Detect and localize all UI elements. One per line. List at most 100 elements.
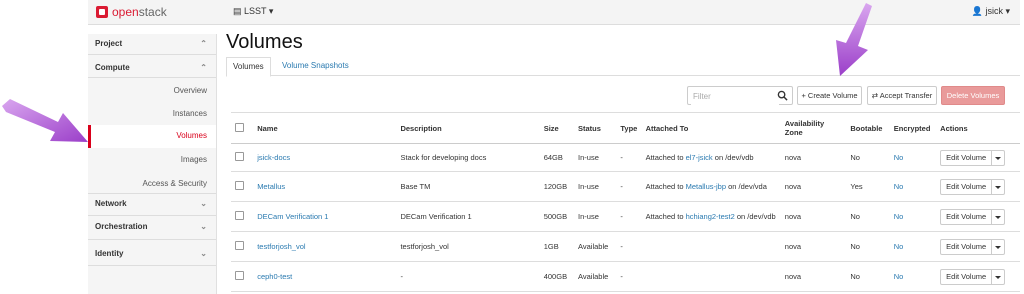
- actions-cell: Edit Volume: [936, 143, 1020, 172]
- sidebar-section-label: Project: [95, 39, 123, 48]
- sidebar-section-project[interactable]: Project ⌃: [88, 39, 216, 48]
- top-navbar: openstack ▤ LSST ▾ 👤 jsick ▾: [88, 0, 1020, 25]
- column-header-description[interactable]: Description: [396, 112, 540, 144]
- tab-volume-snapshots[interactable]: Volume Snapshots: [276, 57, 355, 75]
- sidebar-section-orchestration[interactable]: Orchestration ⌄: [88, 222, 216, 231]
- actions-dropdown-caret-icon[interactable]: [992, 268, 1006, 285]
- column-header-size[interactable]: Size: [539, 112, 575, 144]
- attached-instance-link[interactable]: el7-jsick: [686, 153, 713, 162]
- encrypted-cell: No: [889, 261, 937, 292]
- edit-volume-button[interactable]: Edit Volume: [940, 149, 993, 166]
- accept-transfer-button[interactable]: ⇄ Accept Transfer: [867, 86, 937, 105]
- row-checkbox[interactable]: [235, 151, 244, 161]
- column-header-encrypted[interactable]: Encrypted: [889, 112, 937, 144]
- status-cell: In-use: [574, 143, 617, 172]
- encrypted-link[interactable]: No: [894, 242, 904, 251]
- type-cell: -: [616, 201, 642, 232]
- row-checkbox[interactable]: [235, 240, 244, 250]
- size-cell: 400GB: [539, 261, 575, 292]
- sidebar-section-network[interactable]: Network ⌄: [88, 199, 216, 208]
- chevron-down-icon: ⌄: [200, 199, 207, 208]
- sidebar-section-label: Network: [95, 199, 127, 208]
- volume-name-link[interactable]: jsick-docs: [257, 153, 290, 162]
- sidebar-section-label: Orchestration: [95, 222, 148, 231]
- divider: [88, 215, 216, 216]
- row-actions: Edit Volume: [940, 149, 1006, 166]
- bootable-cell: No: [846, 231, 890, 262]
- bootable-cell: No: [846, 261, 890, 292]
- actions-dropdown-caret-icon[interactable]: [992, 208, 1006, 225]
- column-header-name[interactable]: Name: [253, 112, 397, 144]
- row-select-cell: [231, 201, 254, 232]
- user-menu[interactable]: 👤 jsick ▾: [972, 6, 1010, 17]
- sidebar-item-access-security[interactable]: Access & Security: [88, 179, 216, 188]
- create-volume-button[interactable]: + Create Volume: [797, 86, 862, 105]
- table-row: jsick-docs Stack for developing docs 64GB I…: [231, 143, 1020, 172]
- edit-volume-button[interactable]: Edit Volume: [940, 208, 993, 225]
- description-cell: Stack for developing docs: [396, 143, 540, 172]
- delete-volumes-button[interactable]: Delete Volumes: [941, 86, 1005, 105]
- column-header-status[interactable]: Status: [574, 112, 617, 144]
- column-header-bootable[interactable]: Bootable: [846, 112, 890, 144]
- size-cell: 1GB: [539, 231, 575, 262]
- filter-box: [687, 86, 793, 105]
- name-cell: jsick-docs: [253, 143, 397, 172]
- attached-to-cell: Attached to Metallus-jbp on /dev/vda: [641, 171, 781, 202]
- attached-instance-link[interactable]: Metallus-jbp: [686, 182, 726, 191]
- page-title: Volumes: [226, 31, 303, 53]
- sidebar-section-compute[interactable]: Compute ⌃: [88, 63, 216, 72]
- logo-text-open: open: [112, 5, 139, 19]
- type-cell: -: [616, 231, 642, 262]
- user-menu-label: jsick ▾: [985, 6, 1010, 16]
- volume-name-link[interactable]: Metallus: [257, 182, 285, 191]
- logo-text-stack: stack: [138, 5, 167, 19]
- row-checkbox[interactable]: [235, 210, 244, 220]
- bootable-cell: Yes: [846, 171, 890, 202]
- encrypted-link[interactable]: No: [894, 212, 904, 221]
- volume-name-link[interactable]: ceph0-test: [257, 272, 292, 281]
- actions-dropdown-caret-icon[interactable]: [992, 178, 1006, 195]
- filter-input[interactable]: [691, 88, 779, 105]
- size-cell: 120GB: [539, 171, 575, 202]
- availability-zone-cell: nova: [780, 171, 847, 202]
- sidebar-item-images[interactable]: Images: [88, 155, 216, 164]
- row-select-cell: [231, 143, 254, 172]
- attached-prefix: Attached to: [645, 152, 686, 162]
- encrypted-cell: No: [889, 201, 937, 232]
- edit-volume-button[interactable]: Edit Volume: [940, 178, 993, 195]
- sidebar-item-volumes[interactable]: Volumes: [88, 125, 216, 148]
- sidebar-item-instances[interactable]: Instances: [88, 109, 216, 118]
- attached-instance-link[interactable]: hchiang2-test2: [686, 212, 735, 221]
- actions-dropdown-caret-icon[interactable]: [992, 149, 1006, 166]
- volume-name-link[interactable]: DECam Verification 1: [257, 212, 328, 221]
- row-checkbox[interactable]: [235, 270, 244, 280]
- openstack-logo[interactable]: openstack: [96, 4, 167, 20]
- annotation-arrow-icon: [836, 3, 872, 76]
- edit-volume-button[interactable]: Edit Volume: [940, 268, 993, 285]
- volume-name-link[interactable]: testforjosh_vol: [257, 242, 305, 251]
- briefcase-icon: ▤: [233, 6, 242, 16]
- user-icon: 👤: [971, 6, 983, 16]
- table-row: DECam Verification 1 DECam Verification 1…: [231, 201, 1020, 232]
- edit-volume-button[interactable]: Edit Volume: [940, 238, 993, 255]
- column-header-type[interactable]: Type: [616, 112, 642, 144]
- column-header-availability-zone[interactable]: Availability Zone: [780, 112, 847, 144]
- attached-prefix: Attached to: [645, 211, 686, 221]
- search-icon[interactable]: [777, 90, 788, 101]
- column-header-attached-to[interactable]: Attached To: [641, 112, 781, 144]
- encrypted-link[interactable]: No: [894, 182, 904, 191]
- sidebar-item-overview[interactable]: Overview: [88, 86, 216, 95]
- row-checkbox[interactable]: [235, 180, 244, 190]
- project-dropdown[interactable]: ▤ LSST ▾: [233, 6, 273, 17]
- actions-dropdown-caret-icon[interactable]: [992, 238, 1006, 255]
- row-actions: Edit Volume: [940, 268, 1006, 285]
- tab-volumes[interactable]: Volumes: [226, 57, 271, 77]
- chevron-down-icon: ⌄: [200, 249, 207, 258]
- select-all-checkbox[interactable]: [235, 122, 244, 132]
- encrypted-link[interactable]: No: [894, 272, 904, 281]
- chevron-up-icon: ⌃: [200, 39, 207, 48]
- sidebar-section-identity[interactable]: Identity ⌄: [88, 249, 216, 258]
- encrypted-cell: No: [889, 143, 937, 172]
- encrypted-link[interactable]: No: [894, 153, 904, 162]
- table-row: ceph0-test -400GB Available - nova No No Edit V…: [231, 261, 1020, 292]
